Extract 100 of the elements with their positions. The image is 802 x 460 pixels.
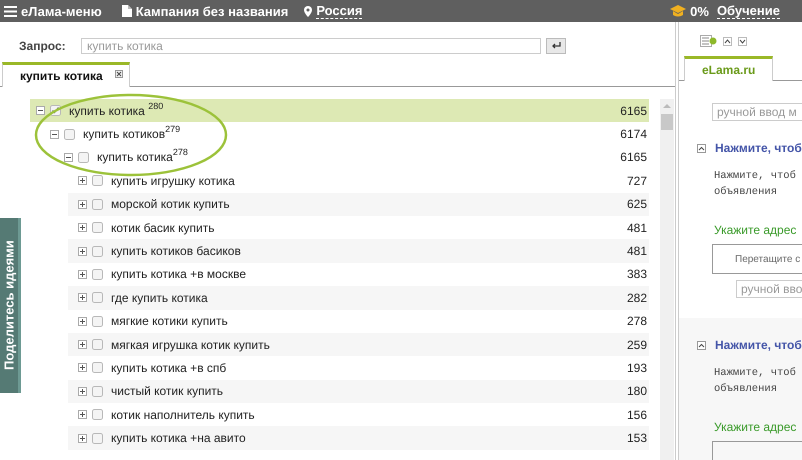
checkbox[interactable] (92, 339, 103, 350)
query-label: Запрос: (19, 39, 67, 53)
expand-icon[interactable] (78, 270, 87, 279)
move-up-button[interactable] (723, 36, 732, 46)
keyword-count: 259 (626, 338, 648, 352)
keyword-text: котик басик купить (111, 220, 216, 235)
ad-description: Нажмите, чтоб объявления (714, 366, 797, 397)
keyword-row[interactable]: чистый котик купить 180 (68, 380, 649, 404)
keyword-count: 278 (626, 314, 648, 328)
checkbox[interactable] (92, 362, 103, 374)
keyword-count: 625 (626, 197, 648, 212)
keyword-text: где купить котика (111, 290, 209, 305)
ad-header-link[interactable]: Нажмите, чтоб (715, 141, 802, 155)
expand-icon[interactable] (78, 176, 87, 186)
ad-header-link[interactable]: Нажмите, чтоб (715, 338, 802, 352)
menu-link[interactable]: eЛама-меню (21, 4, 102, 18)
learning-link[interactable]: Обучение (716, 4, 780, 18)
expand-icon[interactable] (78, 200, 87, 209)
scrollbar-thumb[interactable] (661, 114, 673, 130)
enter-icon (551, 42, 561, 50)
keyword-count: 156 (626, 408, 648, 422)
keyword-row[interactable]: купить котика +в спб 193 (68, 356, 649, 380)
keyword-text: купить котиков басиков (111, 244, 242, 258)
checkbox[interactable] (92, 409, 103, 420)
collapse-icon[interactable] (64, 152, 73, 162)
ad-description: Нажмите, чтоб объявления (714, 169, 797, 200)
keyword-text: купить котика$^{278}$ (97, 150, 189, 164)
checkbox[interactable] (92, 222, 103, 234)
keyword-row[interactable]: купить котиков басиков 481 (68, 239, 649, 263)
checkbox[interactable] (92, 268, 103, 280)
expand-icon[interactable] (78, 246, 87, 256)
checkbox[interactable] (92, 386, 103, 397)
keyword-count: 193 (626, 360, 648, 375)
keyword-count: 282 (626, 290, 648, 305)
keyword-row[interactable]: мягкая игрушка котик купить 259 (68, 332, 649, 356)
keyword-row[interactable]: купить котика $^{280}$ 6165 (30, 99, 649, 122)
keyword-count: 481 (626, 220, 648, 235)
checkbox[interactable] (92, 316, 103, 327)
checkbox[interactable] (92, 292, 103, 304)
expand-icon[interactable] (78, 340, 87, 350)
feedback-tab[interactable]: Поделитесь идеями (0, 218, 21, 393)
keyword-row[interactable]: где купить котика 282 (68, 286, 649, 310)
drop-zone[interactable]: Перетащите с (712, 244, 802, 274)
progress-percent: 0% (690, 4, 709, 18)
keyword-text: котик наполнитель купить (111, 408, 256, 422)
keyword-count: 6165 (620, 104, 648, 118)
expand-icon[interactable] (78, 434, 87, 443)
checkbox[interactable] (78, 152, 89, 163)
keyword-text: купить котика +на авито (111, 431, 247, 446)
keyword-text: купить котика $^{280}$ (69, 104, 164, 118)
keyword-row[interactable]: купить котика +в москве 383 (68, 262, 649, 286)
keyword-text: купить котика +в спб (111, 360, 228, 375)
keyword-text: купить игрушку котика (111, 174, 236, 188)
url-label: Укажите адрес (714, 223, 798, 237)
keyword-text: морской котик купить (111, 197, 231, 212)
checkbox[interactable] (92, 246, 103, 257)
expand-icon[interactable] (78, 223, 87, 232)
location-pin-icon (304, 6, 312, 16)
keyword-row[interactable]: купить котиков$^{279}$ 6174 (30, 122, 649, 146)
checkbox[interactable] (92, 198, 103, 210)
menu-icon[interactable] (4, 6, 17, 16)
keyword-text: мягкие котики купить (111, 314, 229, 328)
query-input[interactable]: купить котика (81, 38, 541, 54)
checkbox[interactable] (92, 432, 103, 444)
keyword-count: 6165 (620, 150, 648, 164)
expand-icon[interactable] (78, 363, 87, 372)
keyword-row[interactable]: мягкие котики купить 278 (68, 310, 649, 333)
collapse-icon[interactable] (697, 340, 706, 350)
keyword-count: 383 (626, 267, 648, 282)
keyword-row[interactable]: купить котика +на авито 153 (68, 426, 649, 450)
keyword-row[interactable]: купить котика$^{278}$ 6165 (30, 146, 649, 170)
expand-icon[interactable] (78, 386, 87, 396)
keyword-row[interactable]: купить игрушку котика 727 (68, 169, 649, 193)
keyword-row[interactable]: котик наполнитель купить 156 (68, 403, 649, 426)
expand-icon[interactable] (78, 410, 87, 420)
keyword-count: 727 (626, 174, 648, 188)
keyword-row[interactable]: морской котик купить 625 (68, 192, 649, 216)
close-icon[interactable] (114, 70, 123, 78)
checkbox[interactable] (92, 175, 103, 186)
checkbox[interactable] (64, 128, 75, 140)
scrollbar[interactable] (660, 99, 674, 460)
region-link[interactable]: Россия (316, 4, 362, 18)
collapse-icon[interactable] (36, 106, 45, 116)
tab[interactable]: купить котика (2, 62, 130, 87)
keyword-count: 180 (626, 384, 648, 398)
keyword-text: купить котика +в москве (111, 267, 247, 282)
keyword-count: 481 (626, 244, 648, 258)
expand-icon[interactable] (78, 293, 87, 302)
keyword-row[interactable]: котик басик купить 481 (68, 216, 649, 240)
collapse-icon[interactable] (697, 144, 706, 152)
move-down-button[interactable] (738, 36, 747, 46)
keyword-text: мягкая игрушка котик купить (111, 338, 271, 352)
expand-icon[interactable] (78, 316, 87, 326)
keyword-text: купить котиков$^{279}$ (83, 127, 182, 142)
enter-button[interactable] (546, 38, 566, 54)
collapse-icon[interactable] (50, 130, 59, 139)
campaign-name[interactable]: Кампания без названия (136, 4, 288, 18)
graduation-cap-icon (670, 5, 686, 17)
add-list-icon[interactable] (700, 35, 717, 47)
url-label: Укажите адрес (714, 420, 798, 434)
